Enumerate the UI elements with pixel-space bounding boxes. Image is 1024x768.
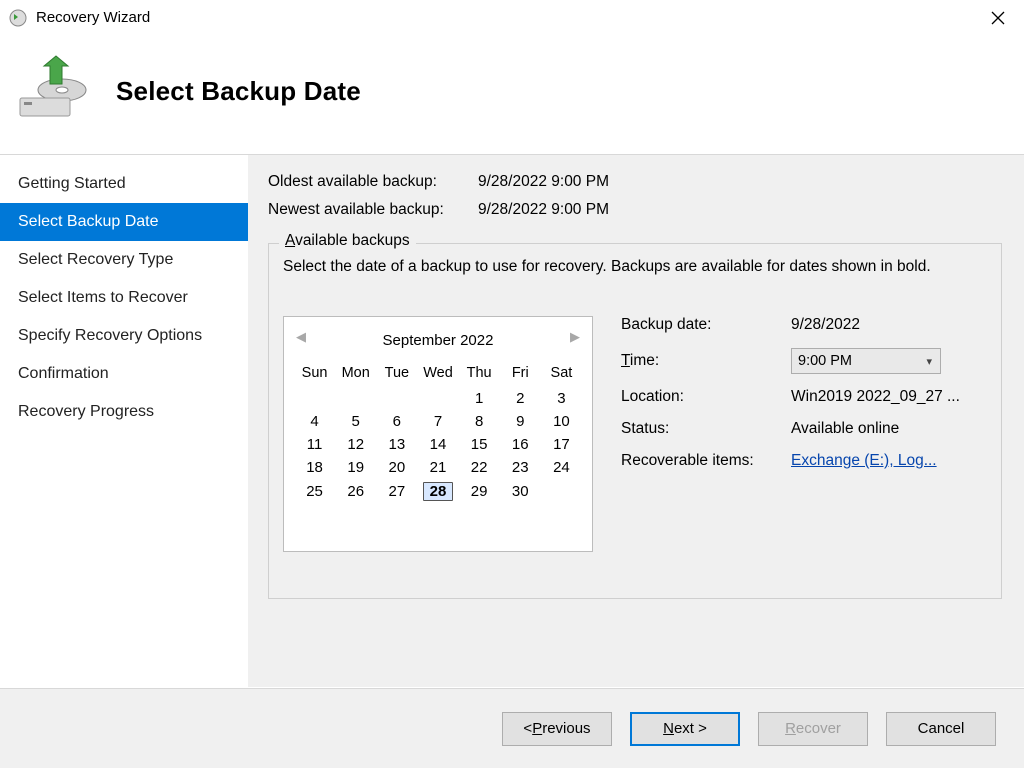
sidebar-item-getting-started[interactable]: Getting Started bbox=[0, 165, 248, 203]
time-select[interactable]: 9:00 PM ▾ bbox=[791, 348, 941, 374]
calendar-weekday: Fri bbox=[500, 361, 541, 387]
calendar-day[interactable]: 3 bbox=[541, 387, 582, 410]
sidebar-item-confirmation[interactable]: Confirmation bbox=[0, 355, 248, 393]
calendar-day bbox=[335, 387, 376, 410]
chevron-down-icon: ▾ bbox=[926, 355, 932, 368]
oldest-backup-row: Oldest available backup: 9/28/2022 9:00 … bbox=[268, 173, 1002, 191]
calendar-day[interactable]: 20 bbox=[376, 456, 417, 479]
sidebar-item-select-backup-date[interactable]: Select Backup Date bbox=[0, 203, 248, 241]
wizard-steps-sidebar: Getting Started Select Backup Date Selec… bbox=[0, 155, 248, 431]
disk-recovery-icon bbox=[16, 54, 90, 128]
calendar-day bbox=[541, 479, 582, 504]
wizard-header: Select Backup Date bbox=[0, 36, 1024, 154]
content-area: Oldest available backup: 9/28/2022 9:00 … bbox=[248, 155, 1024, 687]
calendar-day[interactable]: 4 bbox=[294, 410, 335, 433]
calendar-day bbox=[294, 387, 335, 410]
calendar-weekday: Thu bbox=[459, 361, 500, 387]
calendar-prev-month[interactable]: ◀ bbox=[296, 329, 306, 345]
calendar-weekday: Mon bbox=[335, 361, 376, 387]
calendar-day[interactable]: 17 bbox=[541, 433, 582, 456]
calendar-day bbox=[417, 387, 458, 410]
window-title: Recovery Wizard bbox=[36, 9, 150, 26]
previous-button[interactable]: < Previous bbox=[502, 712, 612, 746]
calendar-day[interactable]: 28 bbox=[417, 479, 458, 504]
recover-button: Recover bbox=[758, 712, 868, 746]
location-value: Win2019 2022_09_27 ... bbox=[791, 388, 987, 406]
calendar-day[interactable]: 2 bbox=[500, 387, 541, 410]
calendar-day[interactable]: 21 bbox=[417, 456, 458, 479]
calendar-day bbox=[376, 387, 417, 410]
calendar-day[interactable]: 11 bbox=[294, 433, 335, 456]
sidebar-item-recovery-progress[interactable]: Recovery Progress bbox=[0, 393, 248, 431]
calendar-day[interactable]: 25 bbox=[294, 479, 335, 504]
oldest-backup-value: 9/28/2022 9:00 PM bbox=[478, 173, 609, 191]
recovery-wizard-window: Recovery Wizard Select Backup Date Getti… bbox=[0, 0, 1024, 768]
sidebar-item-select-recovery-type[interactable]: Select Recovery Type bbox=[0, 241, 248, 279]
calendar-weekday: Sat bbox=[541, 361, 582, 387]
calendar-day[interactable]: 29 bbox=[459, 479, 500, 504]
wizard-footer: < Previous Next > Recover Cancel bbox=[0, 688, 1024, 768]
page-title: Select Backup Date bbox=[116, 76, 361, 107]
calendar-day[interactable]: 26 bbox=[335, 479, 376, 504]
recoverable-items-link[interactable]: Exchange (E:), Log... bbox=[791, 452, 937, 469]
sidebar-item-select-items-to-recover[interactable]: Select Items to Recover bbox=[0, 279, 248, 317]
titlebar: Recovery Wizard bbox=[0, 0, 1024, 36]
calendar-day[interactable]: 12 bbox=[335, 433, 376, 456]
calendar-day[interactable]: 18 bbox=[294, 456, 335, 479]
status-value: Available online bbox=[791, 420, 987, 438]
calendar-day[interactable]: 30 bbox=[500, 479, 541, 504]
calendar-day[interactable]: 13 bbox=[376, 433, 417, 456]
calendar-weekday: Wed bbox=[417, 361, 458, 387]
time-label: Time: bbox=[621, 352, 791, 370]
calendar-day[interactable]: 6 bbox=[376, 410, 417, 433]
calendar-day[interactable]: 16 bbox=[500, 433, 541, 456]
calendar-day[interactable]: 27 bbox=[376, 479, 417, 504]
calendar-day[interactable]: 19 bbox=[335, 456, 376, 479]
location-label: Location: bbox=[621, 388, 791, 406]
close-button[interactable] bbox=[980, 4, 1016, 32]
newest-backup-row: Newest available backup: 9/28/2022 9:00 … bbox=[268, 201, 1002, 219]
calendar-day[interactable]: 15 bbox=[459, 433, 500, 456]
available-backups-legend: Available backups bbox=[279, 232, 416, 250]
calendar-day[interactable]: 24 bbox=[541, 456, 582, 479]
available-backups-group: Available backups Select the date of a b… bbox=[268, 243, 1002, 599]
recoverable-items-label: Recoverable items: bbox=[621, 452, 791, 470]
calendar-weekday: Tue bbox=[376, 361, 417, 387]
cancel-button[interactable]: Cancel bbox=[886, 712, 996, 746]
calendar-grid: SunMonTueWedThuFriSat 123456789101112131… bbox=[294, 361, 582, 504]
calendar-day[interactable]: 10 bbox=[541, 410, 582, 433]
newest-backup-value: 9/28/2022 9:00 PM bbox=[478, 201, 609, 219]
sidebar-item-specify-recovery-options[interactable]: Specify Recovery Options bbox=[0, 317, 248, 355]
calendar-day[interactable]: 5 bbox=[335, 410, 376, 433]
app-icon bbox=[8, 8, 28, 28]
calendar-day[interactable]: 23 bbox=[500, 456, 541, 479]
calendar-day[interactable]: 8 bbox=[459, 410, 500, 433]
calendar-month-year: September 2022 bbox=[383, 332, 494, 349]
calendar-day[interactable]: 22 bbox=[459, 456, 500, 479]
calendar[interactable]: ◀ September 2022 ▶ SunMonTueWedThuFriSat… bbox=[283, 316, 593, 552]
backup-details: Backup date: 9/28/2022 Time: 9:00 PM ▾ bbox=[621, 316, 987, 552]
calendar-weekday: Sun bbox=[294, 361, 335, 387]
next-button[interactable]: Next > bbox=[630, 712, 740, 746]
calendar-day[interactable]: 9 bbox=[500, 410, 541, 433]
backup-date-label: Backup date: bbox=[621, 316, 791, 334]
calendar-day[interactable]: 1 bbox=[459, 387, 500, 410]
calendar-day[interactable]: 7 bbox=[417, 410, 458, 433]
newest-backup-label: Newest available backup: bbox=[268, 201, 478, 219]
oldest-backup-label: Oldest available backup: bbox=[268, 173, 478, 191]
calendar-next-month[interactable]: ▶ bbox=[570, 329, 580, 345]
time-select-value: 9:00 PM bbox=[798, 353, 852, 369]
available-backups-instruction: Select the date of a backup to use for r… bbox=[283, 258, 987, 276]
calendar-day[interactable]: 14 bbox=[417, 433, 458, 456]
status-label: Status: bbox=[621, 420, 791, 438]
backup-date-value: 9/28/2022 bbox=[791, 316, 987, 334]
